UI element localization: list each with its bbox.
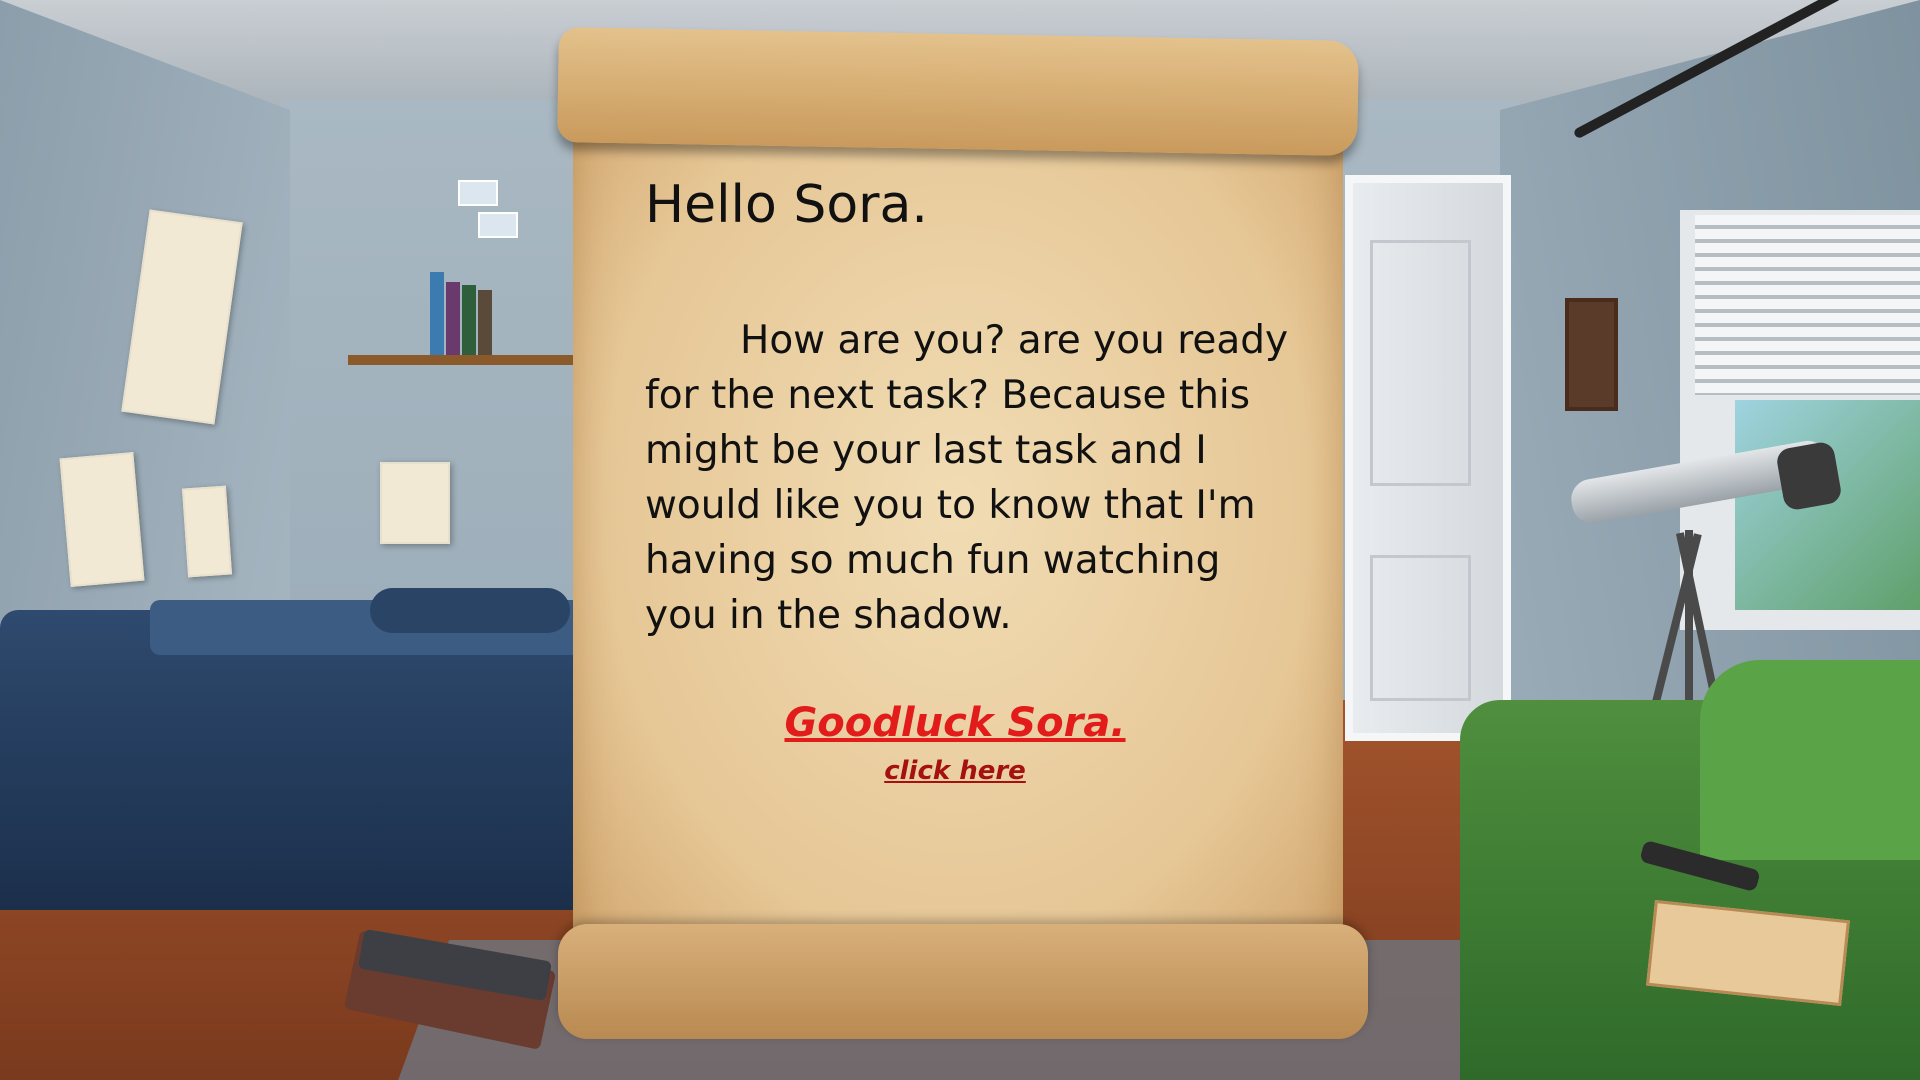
picture-frame: [1565, 298, 1618, 411]
telescope-lens: [1775, 440, 1843, 512]
book: [462, 285, 476, 355]
book: [478, 290, 492, 355]
bed: [0, 610, 590, 910]
window-glass: [1735, 400, 1920, 610]
wall-poster: [181, 485, 233, 578]
door-panel: [1370, 240, 1471, 486]
wall-poster: [380, 462, 450, 544]
letter-greeting: Hello Sora.: [645, 175, 928, 235]
pillow: [370, 588, 570, 633]
window-blinds: [1695, 215, 1920, 395]
scroll-bottom-roll: [558, 924, 1368, 1039]
wall-photo: [458, 180, 498, 206]
click-here-link[interactable]: click here: [640, 756, 1270, 786]
letter-message: How are you? are you ready for the next …: [645, 318, 1289, 638]
wall-photo: [478, 212, 518, 238]
wall-poster: [59, 452, 145, 587]
letter-closing: Goodluck Sora.: [784, 700, 1126, 746]
scroll-top-roll: [557, 27, 1359, 156]
couch-back: [1700, 660, 1920, 860]
wall-shelf: [348, 355, 588, 365]
door-panel: [1370, 555, 1471, 701]
book: [430, 272, 444, 355]
book: [446, 282, 460, 355]
